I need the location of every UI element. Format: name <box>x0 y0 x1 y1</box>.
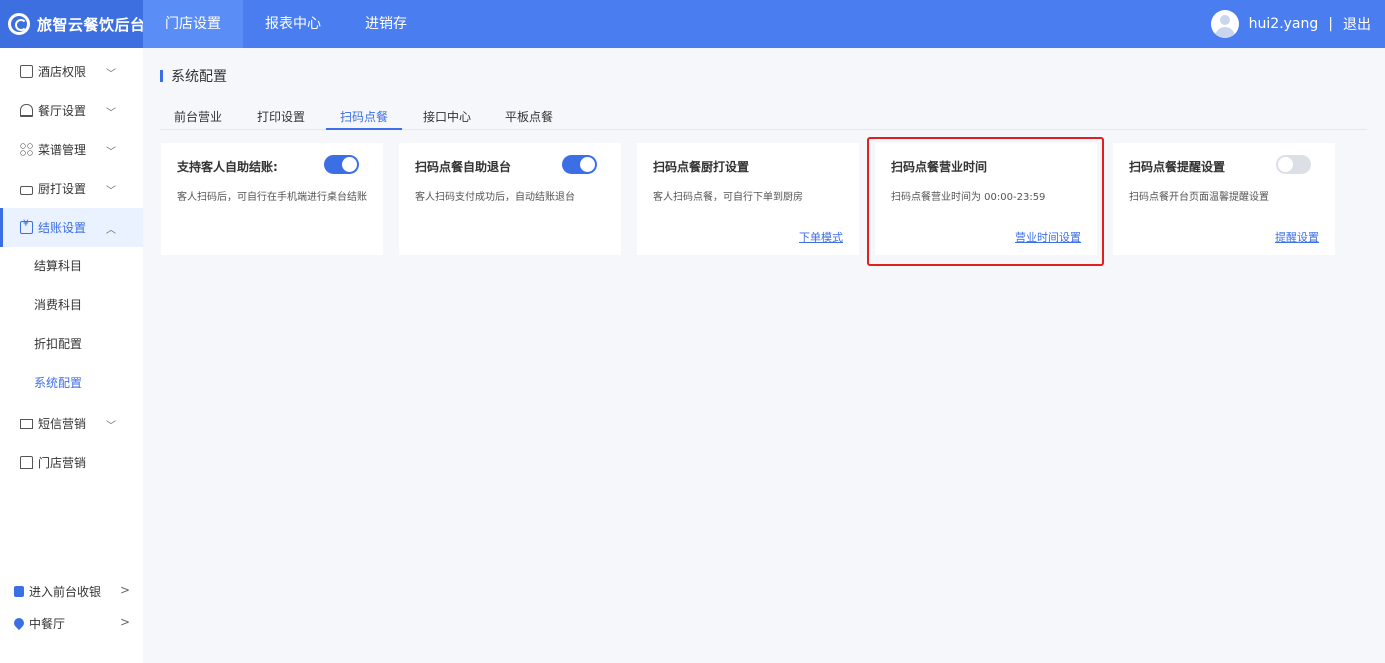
toggle-knob <box>1278 157 1293 172</box>
restaurant-selector[interactable]: 中餐厅 > <box>0 608 143 638</box>
topnav-report-center[interactable]: 报表中心 <box>243 0 343 48</box>
store-icon <box>20 456 33 469</box>
chevron-down-icon: ﹀ <box>106 108 116 119</box>
card-title: 支持客人自助结账: <box>177 160 278 174</box>
tab-qr-ordering[interactable]: 扫码点餐 <box>326 104 403 130</box>
card-self-checkout-leave: 扫码点餐自助退台 客人扫码支付成功后，自动结账退台 <box>399 143 621 255</box>
card-desc: 客人扫码点餐，可自行下单到厨房 <box>653 192 803 203</box>
tab-bar: 前台营业 打印设置 扫码点餐 接口中心 平板点餐 <box>160 104 1367 130</box>
toggle-knob <box>580 157 595 172</box>
card-kitchen-print: 扫码点餐厨打设置 客人扫码点餐，可自行下单到厨房 下单模式 <box>637 143 859 255</box>
sidebar-item-label: 厨打设置 <box>38 182 87 196</box>
hotel-icon <box>20 65 33 78</box>
brand[interactable]: 旅智云餐饮后台 <box>0 0 146 48</box>
cashier-icon <box>14 585 24 597</box>
chevron-down-icon: ﹀ <box>106 186 116 197</box>
page-title: 系统配置 <box>160 66 227 86</box>
avatar[interactable] <box>1210 10 1239 38</box>
tab-print-settings[interactable]: 打印设置 <box>243 104 319 130</box>
chevron-right-icon: > <box>120 583 131 597</box>
topnav-store-settings[interactable]: 门店设置 <box>143 0 243 48</box>
mail-icon <box>20 418 33 429</box>
toggle-knob <box>342 157 357 172</box>
reminder-settings-link[interactable]: 提醒设置 <box>1275 229 1319 245</box>
logo-icon <box>8 13 30 35</box>
sidebar-item-label: 餐厅设置 <box>38 104 87 118</box>
grid-icon <box>20 143 33 156</box>
bill-icon <box>20 219 33 234</box>
chevron-down-icon: ﹀ <box>106 69 116 80</box>
chevron-down-icon: ﹀ <box>106 421 116 432</box>
sidebar-subitem-system-config[interactable]: 系统配置 <box>0 364 143 403</box>
tab-front-desk[interactable]: 前台营业 <box>160 104 236 130</box>
card-desc: 客人扫码后，可自行在手机端进行桌台结账 <box>177 192 367 203</box>
user-area: hui2.yang | 退出 <box>1210 0 1371 48</box>
separator: | <box>1328 16 1333 32</box>
chevron-right-icon: > <box>120 615 131 629</box>
brand-name: 旅智云餐饮后台 <box>37 15 146 34</box>
card-title: 扫码点餐自助退台 <box>415 160 512 174</box>
logout-link[interactable]: 退出 <box>1343 14 1371 34</box>
tab-tablet-ordering[interactable]: 平板点餐 <box>491 104 567 130</box>
top-bar: 旅智云餐饮后台 门店设置 报表中心 进销存 hui2.yang | 退出 <box>0 0 1385 48</box>
restaurant-label: 中餐厅 <box>29 616 66 631</box>
sidebar: 酒店权限 ﹀ 餐厅设置 ﹀ 菜谱管理 ﹀ 厨打设置 ﹀ 结账设置 ︿ 结算科目 … <box>0 48 143 663</box>
location-icon <box>11 615 27 631</box>
sidebar-subitem-discount[interactable]: 折扣配置 <box>0 325 143 364</box>
sidebar-item-menu-management[interactable]: 菜谱管理 ﹀ <box>0 130 143 169</box>
tab-interface-center[interactable]: 接口中心 <box>409 104 485 130</box>
sidebar-item-label: 结账设置 <box>38 221 87 235</box>
sidebar-item-kitchen-print[interactable]: 厨打设置 ﹀ <box>0 169 143 208</box>
order-mode-link[interactable]: 下单模式 <box>799 229 843 245</box>
enter-cashier-link[interactable]: 进入前台收银 > <box>0 576 143 606</box>
sidebar-item-hotel-permission[interactable]: 酒店权限 ﹀ <box>0 52 143 91</box>
sidebar-item-store-marketing[interactable]: 门店营销 <box>0 443 143 482</box>
self-leave-toggle[interactable] <box>562 155 597 174</box>
card-self-checkout: 支持客人自助结账: 客人扫码后，可自行在手机端进行桌台结账 <box>161 143 383 255</box>
page-title-text: 系统配置 <box>171 69 227 85</box>
bell-icon <box>20 104 33 117</box>
highlight-box <box>867 137 1104 266</box>
card-title: 扫码点餐厨打设置 <box>653 160 750 174</box>
topnav-inventory[interactable]: 进销存 <box>343 0 429 48</box>
sidebar-item-label: 门店营销 <box>38 456 87 470</box>
reminder-toggle[interactable] <box>1276 155 1311 174</box>
chevron-up-icon: ︿ <box>106 225 116 236</box>
chevron-down-icon: ﹀ <box>106 147 116 158</box>
username[interactable]: hui2.yang <box>1249 16 1319 32</box>
sidebar-item-label: 菜谱管理 <box>38 143 87 157</box>
self-checkout-toggle[interactable] <box>324 155 359 174</box>
sidebar-item-label: 酒店权限 <box>38 65 87 79</box>
sidebar-item-checkout-settings[interactable]: 结账设置 ︿ <box>0 208 143 247</box>
card-reminder-settings: 扫码点餐提醒设置 扫码点餐开台页面温馨提醒设置 提醒设置 <box>1113 143 1335 255</box>
sidebar-item-label: 短信营销 <box>38 417 87 431</box>
sidebar-subitem-settlement[interactable]: 结算科目 <box>0 247 143 286</box>
card-title: 扫码点餐提醒设置 <box>1129 160 1226 174</box>
card-desc: 扫码点餐开台页面温馨提醒设置 <box>1129 192 1269 203</box>
sidebar-item-restaurant-settings[interactable]: 餐厅设置 ﹀ <box>0 91 143 130</box>
enter-cashier-label: 进入前台收银 <box>29 584 102 599</box>
title-accent <box>160 70 163 82</box>
sidebar-item-sms-marketing[interactable]: 短信营销 ﹀ <box>0 404 143 443</box>
card-desc: 客人扫码支付成功后，自动结账退台 <box>415 192 575 203</box>
printer-icon <box>20 185 33 195</box>
top-nav: 门店设置 报表中心 进销存 <box>143 0 429 48</box>
sidebar-subitem-consumption[interactable]: 消费科目 <box>0 286 143 325</box>
